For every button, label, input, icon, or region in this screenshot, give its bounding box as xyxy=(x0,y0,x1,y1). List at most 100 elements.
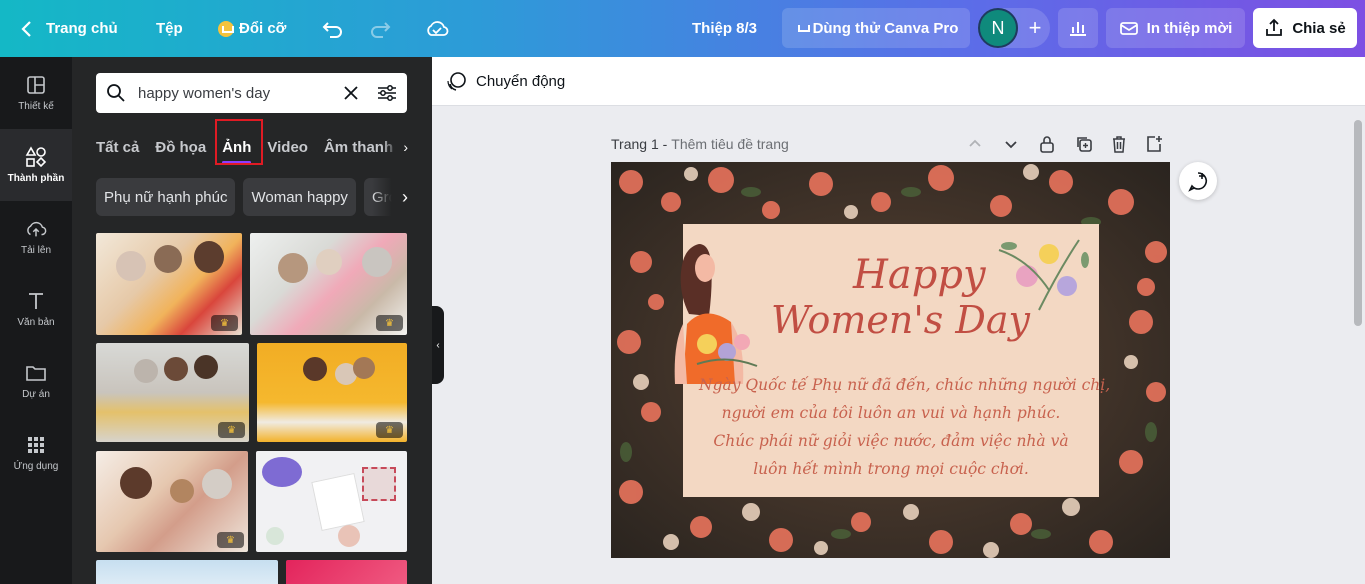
rail-item-label: Dự án xyxy=(22,389,50,400)
print-invitations-label: In thiệp mời xyxy=(1146,19,1233,37)
animate-button[interactable]: Chuyển động xyxy=(446,70,565,92)
rail-item-label: Tải lên xyxy=(20,245,51,256)
collaborators-group: N + xyxy=(978,8,1050,48)
suggestion-chips: Phụ nữ hạnh phúc Woman happy Group xyxy=(96,178,407,216)
photo-result[interactable]: ♛ xyxy=(96,343,249,442)
chevron-down-icon[interactable] xyxy=(1003,136,1019,152)
bar-chart-icon xyxy=(1070,22,1086,36)
resize-button[interactable]: Đổi cỡ xyxy=(218,0,286,57)
cloud-save-status[interactable] xyxy=(425,0,449,57)
plus-icon: + xyxy=(1028,15,1042,40)
search-box[interactable]: happy women's day xyxy=(96,73,407,113)
rail-item-uploads[interactable]: Tải lên xyxy=(0,201,72,273)
card-title-happy[interactable]: Happy xyxy=(853,252,986,298)
chip-suggestion[interactable]: Phụ nữ hạnh phúc xyxy=(96,178,236,216)
lock-icon[interactable] xyxy=(1039,135,1055,153)
cloud-check-icon xyxy=(427,20,449,36)
editor-toolbar: Chuyển động xyxy=(432,57,1365,106)
premium-crown-icon: ♛ xyxy=(218,422,245,438)
rail-item-design[interactable]: Thiết kế xyxy=(0,57,72,129)
photo-result[interactable]: ♛ xyxy=(96,451,248,552)
rail-item-apps[interactable]: Ứng dụng xyxy=(0,417,72,489)
card-message[interactable]: Ngày Quốc tế Phụ nữ đã đến, chúc những n… xyxy=(699,371,1111,483)
duplicate-page-icon[interactable] xyxy=(1075,135,1093,153)
avatar[interactable]: N xyxy=(978,8,1018,48)
file-menu[interactable]: Tệp xyxy=(156,0,183,57)
crown-icon xyxy=(794,20,810,36)
chevron-left-icon xyxy=(21,20,31,37)
clear-icon[interactable] xyxy=(343,85,359,101)
undo-button[interactable] xyxy=(322,0,344,57)
redo-icon xyxy=(371,21,391,38)
premium-crown-icon: ♛ xyxy=(217,532,244,548)
trash-icon[interactable] xyxy=(1111,135,1127,153)
search-icon xyxy=(107,84,125,102)
rail-item-label: Ứng dụng xyxy=(13,461,59,472)
card-title-womens-day[interactable]: Women's Day xyxy=(771,298,1030,342)
elements-panel: happy women's day Tất cả Đồ họa Ảnh Vide… xyxy=(72,57,432,584)
cloud-upload-icon xyxy=(25,218,47,240)
left-rail: Thiết kế Thành phần Tải lên Văn bản Dự á… xyxy=(0,57,72,584)
photo-result[interactable]: ♛ xyxy=(257,343,407,442)
rail-item-elements[interactable]: Thành phần xyxy=(0,129,72,201)
card-message-line: luôn hết mình trong mọi cuộc chơi. xyxy=(753,460,1029,478)
rail-item-projects[interactable]: Dự án xyxy=(0,345,72,417)
rail-item-text[interactable]: Văn bản xyxy=(0,273,72,345)
tab-graphics[interactable]: Đồ họa xyxy=(155,139,206,156)
add-collaborator-button[interactable]: + xyxy=(1020,8,1050,48)
text-icon xyxy=(25,290,47,312)
comment-plus-icon xyxy=(1188,172,1207,192)
crown-icon xyxy=(218,20,234,37)
card-message-line: Ngày Quốc tế Phụ nữ đã đến, chúc những n… xyxy=(699,376,1111,394)
animation-icon xyxy=(447,72,466,91)
home-button[interactable]: Trang chủ xyxy=(20,0,118,57)
chevron-left-icon: ‹ xyxy=(436,339,440,351)
resize-label: Đổi cỡ xyxy=(239,20,287,37)
photo-result[interactable]: ♛ xyxy=(96,233,242,335)
layout-icon xyxy=(25,74,47,96)
photo-result[interactable] xyxy=(286,560,407,584)
document-title[interactable]: Thiệp 8/3 xyxy=(692,0,757,57)
card-message-line: người em của tôi luôn an vui và hạnh phú… xyxy=(721,404,1061,422)
rail-item-label: Thiết kế xyxy=(18,101,54,112)
chevron-up-icon[interactable] xyxy=(967,136,983,152)
envelope-icon xyxy=(1119,22,1138,35)
try-pro-button[interactable]: Dùng thử Canva Pro xyxy=(782,8,970,48)
tab-all[interactable]: Tất cả xyxy=(96,139,139,156)
tab-highlight-box xyxy=(215,119,263,165)
chevron-right-icon: › xyxy=(403,139,408,155)
add-page-icon[interactable] xyxy=(1145,135,1163,153)
home-label: Trang chủ xyxy=(46,20,118,37)
chips-scroll-right[interactable]: › xyxy=(372,178,408,216)
redo-button[interactable] xyxy=(369,0,391,57)
animate-label: Chuyển động xyxy=(476,72,566,90)
photo-result[interactable] xyxy=(96,560,278,584)
document-title-text: Thiệp 8/3 xyxy=(692,20,758,37)
design-canvas[interactable]: Happy Women's Day Ngày Quốc tế Phụ nữ đã… xyxy=(611,162,1170,558)
collapse-panel-handle[interactable]: ‹ xyxy=(432,306,444,384)
chip-suggestion[interactable]: Woman happy xyxy=(243,178,356,216)
greeting-card[interactable]: Happy Women's Day Ngày Quốc tế Phụ nữ đã… xyxy=(674,224,1111,497)
folder-icon xyxy=(25,362,47,384)
tabs-scroll-right[interactable]: › xyxy=(382,127,408,167)
print-invitations-button[interactable]: In thiệp mời xyxy=(1106,8,1245,48)
canvas-scrollbar[interactable] xyxy=(1354,120,1362,326)
rail-item-label: Thành phần xyxy=(7,173,65,184)
filter-sliders-icon[interactable] xyxy=(377,84,397,102)
photo-result[interactable]: ♛ xyxy=(250,233,407,335)
analytics-button[interactable] xyxy=(1058,8,1098,48)
photo-result[interactable] xyxy=(256,451,407,552)
page-actions xyxy=(967,134,1163,154)
rail-item-label: Văn bản xyxy=(17,317,55,328)
chevron-right-icon: › xyxy=(402,186,408,207)
shapes-icon xyxy=(25,146,47,168)
tab-videos[interactable]: Video xyxy=(267,139,308,156)
search-input[interactable]: happy women's day xyxy=(138,85,343,102)
premium-crown-icon: ♛ xyxy=(211,315,238,331)
share-upload-icon xyxy=(1266,18,1283,36)
share-button[interactable]: Chia sẻ xyxy=(1253,8,1357,48)
page-title-input[interactable]: Thêm tiêu đề trang xyxy=(671,136,789,152)
add-comment-button[interactable] xyxy=(1179,162,1217,200)
card-message-line: Chúc phái nữ giỏi việc nước, đảm việc nh… xyxy=(713,432,1069,450)
premium-crown-icon: ♛ xyxy=(376,422,403,438)
